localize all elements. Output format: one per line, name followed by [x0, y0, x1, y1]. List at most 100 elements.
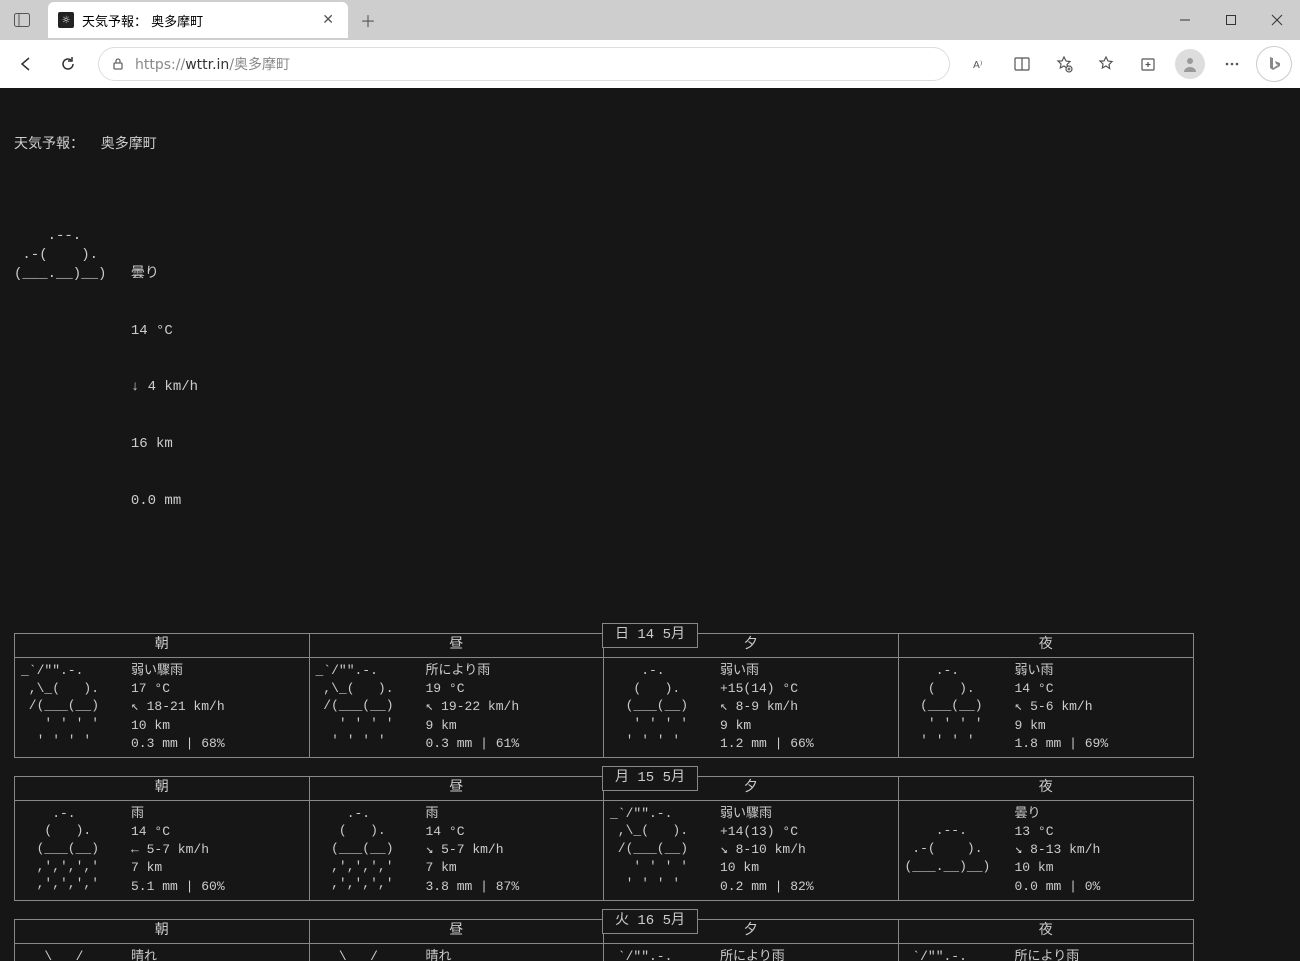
forecast-cell: .-. ( ). (___(__) ,',',',' ,',',',' 雨14 … [310, 801, 605, 900]
forecast-ascii-icon: .--. .-( ). (___.__)__) [905, 805, 1015, 896]
forecast-condition: 曇り [1015, 805, 1188, 823]
forecast-temp: 14 °C [131, 823, 303, 841]
forecast-cell: _`/"".-. ,\_( ). /(___(__) ' ' ' ' ' ' '… [310, 658, 605, 757]
forecast-precip: 1.8 mm | 69% [1015, 735, 1188, 753]
window-minimize-button[interactable] [1162, 0, 1208, 40]
forecast-wind: ↖ 5-6 km/h [1015, 698, 1188, 716]
forecast-visibility: 10 km [720, 859, 892, 877]
lock-icon [109, 57, 127, 71]
forecast-cell: \ / .-. - ( ) - `-' / \ 晴れ22 °C← 12-14 k… [310, 944, 605, 961]
current-visibility: 16 km [131, 435, 198, 454]
forecast-period-header: 朝 [15, 777, 310, 801]
forecast-precip: 0.3 mm | 68% [131, 735, 303, 753]
refresh-button[interactable] [50, 46, 86, 82]
forecast-temp: +15(14) °C [720, 680, 892, 698]
forecast-wind: ↘ 5-7 km/h [426, 841, 598, 859]
forecast-ascii-icon: .-. ( ). (___(__) ' ' ' ' ' ' ' ' [610, 662, 720, 753]
forecast-visibility: 7 km [131, 859, 303, 877]
forecast-cell: .-. ( ). (___(__) ,',',',' ,',',',' 雨14 … [15, 801, 310, 900]
forecast-temp: 13 °C [1015, 823, 1188, 841]
new-tab-button[interactable]: ＋ [354, 6, 382, 34]
profile-button[interactable] [1172, 46, 1208, 82]
forecast-date: 日 14 5月 [602, 623, 698, 648]
forecast-days: 日 14 5月朝昼夕夜_`/"".-. ,\_( ). /(___(__) ' … [14, 633, 1286, 961]
forecast-ascii-icon: \ / .-. - ( ) - `-' / \ [21, 948, 131, 961]
forecast-cell: .-. ( ). (___(__) ' ' ' ' ' ' ' ' 弱い雨14 … [899, 658, 1194, 757]
forecast-period-header: 朝 [15, 634, 310, 658]
url-text: https://wttr.in/奥多摩町 [135, 54, 939, 74]
forecast-period-header: 昼 [310, 634, 605, 658]
forecast-condition: 弱い驟雨 [131, 662, 303, 680]
forecast-condition: 雨 [131, 805, 303, 823]
current-wind: ↓ 4 km/h [131, 378, 198, 397]
forecast-wind: ↘ 8-10 km/h [720, 841, 892, 859]
favicon-icon: ☼ [58, 12, 74, 28]
forecast-cell: .--. .-( ). (___.__)__) 曇り13 °C↘ 8-13 km… [899, 801, 1194, 900]
forecast-precip: 3.8 mm | 87% [426, 878, 598, 896]
forecast-temp: 14 °C [1015, 680, 1188, 698]
forecast-precip: 0.0 mm | 0% [1015, 878, 1188, 896]
forecast-ascii-icon: _`/"".-. ,\_( ). /(___(__) ' ' ' ' ' ' '… [905, 948, 1015, 961]
tab-actions-button[interactable] [4, 2, 40, 38]
forecast-period-header: 昼 [310, 777, 605, 801]
collections-button[interactable] [1130, 46, 1166, 82]
page-title: 天気予報： 奥多摩町 [14, 136, 1286, 155]
forecast-wind: ← 5-7 km/h [131, 841, 303, 859]
forecast-visibility: 7 km [426, 859, 598, 877]
forecast-ascii-icon: .-. ( ). (___(__) ,',',',' ,',',',' [316, 805, 426, 896]
forecast-ascii-icon: _`/"".-. ,\_( ). /(___(__) ' ' ' ' ' ' '… [610, 805, 720, 896]
forecast-cell: \ / .-. - ( ) - `-' / \ 晴れ18 °C← 4-5 km/… [15, 944, 310, 961]
forecast-wind: ↖ 19-22 km/h [426, 698, 598, 716]
forecast-visibility: 10 km [1015, 859, 1188, 877]
forecast-visibility: 9 km [426, 717, 598, 735]
forecast-wind: ↘ 8-13 km/h [1015, 841, 1188, 859]
forecast-ascii-icon: _`/"".-. ,\_( ). /(___(__) ' ' ' ' ' ' '… [21, 662, 131, 753]
forecast-condition: 所により雨 [426, 662, 598, 680]
current-precip: 0.0 mm [131, 492, 198, 511]
more-button[interactable] [1214, 46, 1250, 82]
current-temp: 14 °C [131, 322, 198, 341]
forecast-temp: +14(13) °C [720, 823, 892, 841]
forecast-cell: _`/"".-. ,\_( ). /(___(__) ' ' ' ' ' ' '… [15, 658, 310, 757]
forecast-precip: 0.2 mm | 82% [720, 878, 892, 896]
forecast-ascii-icon: .-. ( ). (___(__) ' ' ' ' ' ' ' ' [905, 662, 1015, 753]
address-bar: https://wttr.in/奥多摩町 A⁾ [0, 40, 1300, 88]
forecast-condition: 弱い驟雨 [720, 805, 892, 823]
forecast-visibility: 10 km [131, 717, 303, 735]
read-aloud-button[interactable]: A⁾ [962, 46, 998, 82]
window-titlebar: ☼ 天気予報： 奥多摩町 ✕ ＋ [0, 0, 1300, 40]
forecast-period-header: 夜 [899, 777, 1194, 801]
forecast-condition: 雨 [426, 805, 598, 823]
page-content: 天気予報： 奥多摩町 .--. .-( ). (___.__)__) 曇り 14… [0, 88, 1300, 961]
window-close-button[interactable] [1254, 0, 1300, 40]
forecast-condition: 晴れ [131, 948, 303, 961]
forecast-precip: 1.2 mm | 66% [720, 735, 892, 753]
tab-close-button[interactable]: ✕ [318, 8, 338, 32]
forecast-ascii-icon: .-. ( ). (___(__) ,',',',' ,',',',' [21, 805, 131, 896]
current-weather: .--. .-( ). (___.__)__) 曇り 14 °C ↓ 4 km/… [14, 227, 1286, 548]
bing-button[interactable] [1256, 46, 1292, 82]
reading-mode-button[interactable] [1004, 46, 1040, 82]
current-condition: 曇り [131, 265, 198, 284]
current-ascii-icon: .--. .-( ). (___.__)__) [14, 227, 115, 548]
forecast-period-header: 夜 [899, 634, 1194, 658]
forecast-period-header: 昼 [310, 920, 605, 944]
forecast-condition: 弱い雨 [1015, 662, 1188, 680]
forecast-ascii-icon: _`/"".-. ,\_( ). /(___(__) ' ' ' ' ' ' '… [316, 662, 426, 753]
back-button[interactable] [8, 46, 44, 82]
favorites-button[interactable] [1088, 46, 1124, 82]
url-input[interactable]: https://wttr.in/奥多摩町 [98, 47, 950, 81]
forecast-precip: 0.3 mm | 61% [426, 735, 598, 753]
forecast-temp: 14 °C [426, 823, 598, 841]
forecast-condition: 所により雨 [1015, 948, 1188, 961]
forecast-date: 火 16 5月 [602, 909, 698, 934]
browser-tab[interactable]: ☼ 天気予報： 奥多摩町 ✕ [48, 2, 348, 38]
forecast-condition: 弱い雨 [720, 662, 892, 680]
forecast-cell: .-. ( ). (___(__) ' ' ' ' ' ' ' ' 弱い雨+15… [604, 658, 899, 757]
add-favorite-button[interactable] [1046, 46, 1082, 82]
forecast-condition: 晴れ [426, 948, 598, 961]
window-maximize-button[interactable] [1208, 0, 1254, 40]
forecast-ascii-icon: _`/"".-. ,\_( ). /(___(__) ' ' ' ' ' ' '… [610, 948, 720, 961]
svg-text:A⁾: A⁾ [973, 60, 982, 71]
forecast-ascii-icon: \ / .-. - ( ) - `-' / \ [316, 948, 426, 961]
